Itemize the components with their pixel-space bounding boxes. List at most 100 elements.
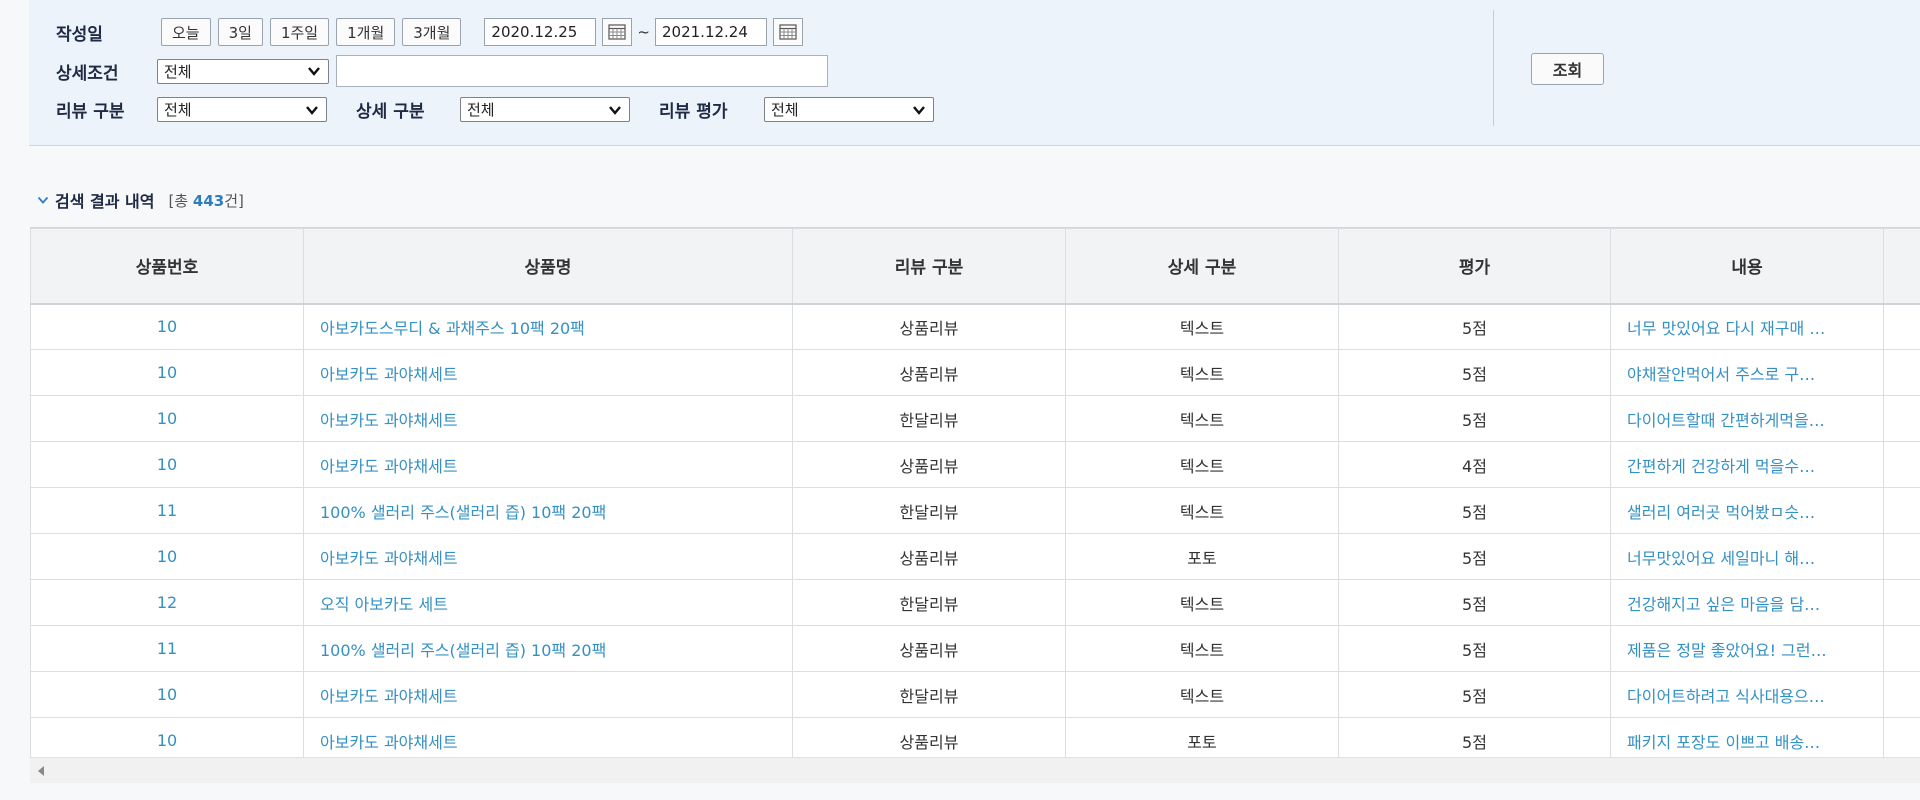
date-to-input[interactable]: 2021.12.24 bbox=[655, 18, 767, 46]
table-row[interactable]: 11 100% 샐러리 주스(샐러리 즙) 10팩 20팩 한달리뷰 텍스트 5… bbox=[30, 487, 1920, 534]
chevron-down-icon bbox=[306, 105, 318, 115]
review-table-container[interactable]: 상품번호 상품명 리뷰 구분 상세 구분 평가 내용 10 아보카도스무디 & … bbox=[30, 227, 1920, 758]
table-row[interactable]: 11 100% 샐러리 주스(샐러리 즙) 10팩 20팩 상품리뷰 텍스트 5… bbox=[30, 625, 1920, 672]
detail-filter-row: 상세조건 전체 bbox=[56, 55, 828, 87]
review-content-link[interactable]: 제품은 정말 좋았어요! 그런… bbox=[1610, 625, 1884, 672]
column-header-product-name[interactable]: 상품명 bbox=[303, 228, 793, 305]
review-type-cell: 상품리뷰 bbox=[792, 717, 1066, 758]
product-no-cell[interactable]: 11 bbox=[30, 625, 304, 672]
product-no-cell[interactable]: 10 bbox=[30, 395, 304, 442]
date-filter-row: 작성일 오늘 3일 1주일 1개월 3개월 2020.12.25 ~ 2021.… bbox=[56, 18, 803, 46]
review-type-cell: 한달리뷰 bbox=[792, 579, 1066, 626]
product-name-link[interactable]: 아보카도 과야채세트 bbox=[303, 349, 793, 396]
range-today-button[interactable]: 오늘 bbox=[161, 18, 211, 46]
detail-type-select[interactable]: 전체 bbox=[460, 97, 630, 122]
detail-condition-select[interactable]: 전체 bbox=[157, 58, 329, 84]
column-header-review-type[interactable]: 리뷰 구분 bbox=[792, 228, 1066, 305]
review-content-link[interactable]: 건강해지고 싶은 마음을 담… bbox=[1610, 579, 1884, 626]
detail-condition-label: 상세조건 bbox=[56, 63, 119, 84]
product-name-link[interactable]: 아보카도 과야채세트 bbox=[303, 395, 793, 442]
product-name-link[interactable]: 아보카도 과야채세트 bbox=[303, 671, 793, 718]
rating-cell: 5점 bbox=[1338, 303, 1611, 350]
product-no-cell[interactable]: 12 bbox=[30, 579, 304, 626]
extra-cell bbox=[1883, 395, 1920, 442]
review-type-cell: 상품리뷰 bbox=[792, 625, 1066, 672]
column-header-rating[interactable]: 평가 bbox=[1338, 228, 1611, 305]
table-row[interactable]: 10 아보카도스무디 & 과채주스 10팩 20팩 상품리뷰 텍스트 5점 너무… bbox=[30, 303, 1920, 350]
review-content-link[interactable]: 간편하게 건강하게 먹을수… bbox=[1610, 441, 1884, 488]
product-name-link[interactable]: 100% 샐러리 주스(샐러리 즙) 10팩 20팩 bbox=[303, 487, 793, 534]
product-name-link[interactable]: 오직 아보카도 세트 bbox=[303, 579, 793, 626]
table-row[interactable]: 10 아보카도 과야채세트 상품리뷰 포토 5점 너무맛있어요 세일마니 해… bbox=[30, 533, 1920, 580]
range-3days-button[interactable]: 3일 bbox=[217, 18, 263, 46]
date-label: 작성일 bbox=[56, 24, 103, 45]
search-button[interactable]: 조회 bbox=[1531, 53, 1604, 85]
extra-cell bbox=[1883, 579, 1920, 626]
review-content-link[interactable]: 패키지 포장도 이쁘고 배송… bbox=[1610, 717, 1884, 758]
review-content-link[interactable]: 너무맛있어요 세일마니 해… bbox=[1610, 533, 1884, 580]
product-name-link[interactable]: 아보카도 과야채세트 bbox=[303, 533, 793, 580]
product-name-link[interactable]: 아보카도 과야채세트 bbox=[303, 717, 793, 758]
extra-cell bbox=[1883, 487, 1920, 534]
rating-cell: 4점 bbox=[1338, 441, 1611, 488]
extra-cell bbox=[1883, 671, 1920, 718]
detail-type-cell: 텍스트 bbox=[1065, 395, 1339, 442]
product-name-link[interactable]: 100% 샐러리 주스(샐러리 즙) 10팩 20팩 bbox=[303, 625, 793, 672]
chevron-down-icon bbox=[308, 67, 320, 76]
review-type-value: 전체 bbox=[164, 101, 192, 119]
column-header-product-no[interactable]: 상품번호 bbox=[30, 228, 304, 305]
calendar-to-icon[interactable] bbox=[773, 18, 803, 46]
review-type-cell: 한달리뷰 bbox=[792, 671, 1066, 718]
review-content-link[interactable]: 다이어트할때 간편하게먹을… bbox=[1610, 395, 1884, 442]
product-no-cell[interactable]: 10 bbox=[30, 349, 304, 396]
range-1week-button[interactable]: 1주일 bbox=[269, 18, 330, 46]
chevron-down-icon bbox=[913, 105, 925, 115]
review-type-cell: 한달리뷰 bbox=[792, 487, 1066, 534]
product-no-cell[interactable]: 10 bbox=[30, 671, 304, 718]
date-from-input[interactable]: 2020.12.25 bbox=[484, 18, 597, 46]
horizontal-scrollbar[interactable] bbox=[30, 757, 1920, 783]
review-type-label: 리뷰 구분 bbox=[56, 102, 125, 122]
review-rating-select[interactable]: 전체 bbox=[764, 97, 934, 122]
product-no-cell[interactable]: 10 bbox=[30, 717, 304, 758]
table-row[interactable]: 10 아보카도 과야채세트 상품리뷰 포토 5점 패키지 포장도 이쁘고 배송… bbox=[30, 717, 1920, 758]
product-name-link[interactable]: 아보카도 과야채세트 bbox=[303, 441, 793, 488]
column-header-content[interactable]: 내용 bbox=[1610, 228, 1884, 305]
product-no-cell[interactable]: 10 bbox=[30, 441, 304, 488]
result-count-number: 443 bbox=[192, 191, 225, 210]
chevron-down-icon[interactable] bbox=[37, 195, 49, 205]
review-type-select[interactable]: 전체 bbox=[157, 97, 327, 122]
table-row[interactable]: 10 아보카도 과야채세트 상품리뷰 텍스트 5점 야채잘안먹어서 주스로 구… bbox=[30, 349, 1920, 396]
range-1month-button[interactable]: 1개월 bbox=[336, 18, 396, 46]
product-no-cell[interactable]: 10 bbox=[30, 533, 304, 580]
detail-type-cell: 텍스트 bbox=[1065, 303, 1339, 350]
detail-type-cell: 포토 bbox=[1065, 717, 1339, 758]
table-row[interactable]: 10 아보카도 과야채세트 한달리뷰 텍스트 5점 다이어트하려고 식사대용으… bbox=[30, 671, 1920, 718]
scroll-left-arrow-icon[interactable] bbox=[38, 766, 44, 776]
result-count: [총 443건] bbox=[168, 190, 243, 211]
product-name-link[interactable]: 아보카도스무디 & 과채주스 10팩 20팩 bbox=[303, 303, 793, 350]
review-content-link[interactable]: 야채잘안먹어서 주스로 구… bbox=[1610, 349, 1884, 396]
detail-type-label: 상세 구분 bbox=[356, 102, 425, 122]
rating-cell: 5점 bbox=[1338, 349, 1611, 396]
review-content-link[interactable]: 너무 맛있어요 다시 재구매 … bbox=[1610, 303, 1884, 350]
result-summary: 검색 결과 내역 [총 443건] bbox=[37, 188, 244, 212]
review-type-cell: 한달리뷰 bbox=[792, 395, 1066, 442]
range-3months-button[interactable]: 3개월 bbox=[402, 18, 462, 46]
column-header-detail-type[interactable]: 상세 구분 bbox=[1065, 228, 1339, 305]
table-row[interactable]: 12 오직 아보카도 세트 한달리뷰 텍스트 5점 건강해지고 싶은 마음을 담… bbox=[30, 579, 1920, 626]
chevron-down-icon bbox=[609, 105, 621, 115]
detail-condition-input[interactable] bbox=[336, 55, 828, 87]
review-content-link[interactable]: 샐러리 여러곳 먹어봤ㅁ슷… bbox=[1610, 487, 1884, 534]
extra-cell bbox=[1883, 303, 1920, 350]
extra-cell bbox=[1883, 349, 1920, 396]
product-no-cell[interactable]: 11 bbox=[30, 487, 304, 534]
review-rating-label: 리뷰 평가 bbox=[659, 102, 728, 122]
review-content-link[interactable]: 다이어트하려고 식사대용으… bbox=[1610, 671, 1884, 718]
detail-type-cell: 텍스트 bbox=[1065, 625, 1339, 672]
result-count-suffix: 건] bbox=[224, 191, 244, 210]
table-row[interactable]: 10 아보카도 과야채세트 한달리뷰 텍스트 5점 다이어트할때 간편하게먹을… bbox=[30, 395, 1920, 442]
product-no-cell[interactable]: 10 bbox=[30, 303, 304, 350]
table-row[interactable]: 10 아보카도 과야채세트 상품리뷰 텍스트 4점 간편하게 건강하게 먹을수… bbox=[30, 441, 1920, 488]
calendar-from-icon[interactable] bbox=[602, 18, 633, 46]
